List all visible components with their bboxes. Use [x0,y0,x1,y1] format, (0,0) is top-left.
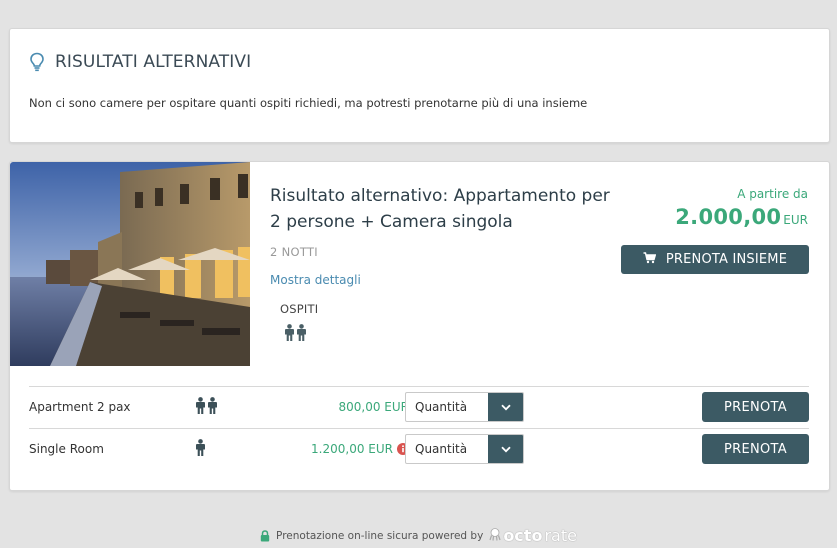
room-price: 800,00 EUR [338,400,409,414]
person-icon [195,397,206,418]
quantity-select-value: Quantità [415,400,468,414]
room-guests-icons [195,397,218,418]
alternative-result-card: Risultato alternativo: Appartamento per … [9,161,830,491]
quantity-select[interactable]: Quantità [405,392,524,422]
book-button[interactable]: PRENOTA [702,392,809,422]
room-row-single: Single Room 1.200,00 EUR Quantità PRENOT… [29,428,809,470]
room-price-value: 1.200,00 EUR [311,442,393,456]
person-icon [195,439,206,460]
result-title: Risultato alternativo: Appartamento per … [270,186,610,232]
chevron-down-icon[interactable] [488,435,523,463]
nights-count: 2 NOTTI [270,245,318,259]
brand-rate: rate [544,526,577,545]
hotel-photo [10,162,250,366]
brand-octo: octo [503,526,543,545]
book-button[interactable]: PRENOTA [702,434,809,464]
footer-text: Prenotazione on-line sicura powered by [276,529,484,542]
book-together-button[interactable]: PRENOTA INSIEME [621,245,809,274]
quantity-select[interactable]: Quantità [405,434,524,464]
octopus-icon [489,526,501,545]
alert-title-text: RISULTATI ALTERNATIVI [55,52,252,72]
alert-message: Non ci sono camere per ospitare quanti o… [29,96,588,110]
room-guests-icons [195,439,206,460]
alternative-results-alert: RISULTATI ALTERNATIVI Non ci sono camere… [9,28,830,143]
person-icon [284,324,295,345]
room-name: Apartment 2 pax [29,400,131,414]
show-details-link[interactable]: Mostra dettagli [270,273,361,287]
secure-booking-footer: Prenotazione on-line sicura powered by o… [0,526,837,545]
lock-icon [260,529,270,542]
total-price-amount: 2.000,00 [675,205,782,229]
total-price: 2.000,00 EUR [675,205,808,229]
quantity-select-value: Quantità [415,442,468,456]
lightbulb-icon [29,52,45,72]
book-together-label: PRENOTA INSIEME [665,252,788,267]
room-price-value: 800,00 EUR [338,400,409,414]
guests-label: OSPITI [280,302,319,316]
from-price-label: A partire da [737,187,808,201]
guests-icons [284,324,307,345]
total-price-currency: EUR [783,213,808,227]
octorate-logo[interactable]: octo rate [489,526,577,545]
room-row-apartment: Apartment 2 pax 800,00 EUR Quantità PREN… [29,386,809,428]
room-name: Single Room [29,442,104,456]
alert-title: RISULTATI ALTERNATIVI [29,52,251,72]
person-icon [296,324,307,345]
person-icon [207,397,218,418]
room-price: 1.200,00 EUR [311,442,409,456]
cart-icon [643,251,657,268]
chevron-down-icon[interactable] [488,393,523,421]
